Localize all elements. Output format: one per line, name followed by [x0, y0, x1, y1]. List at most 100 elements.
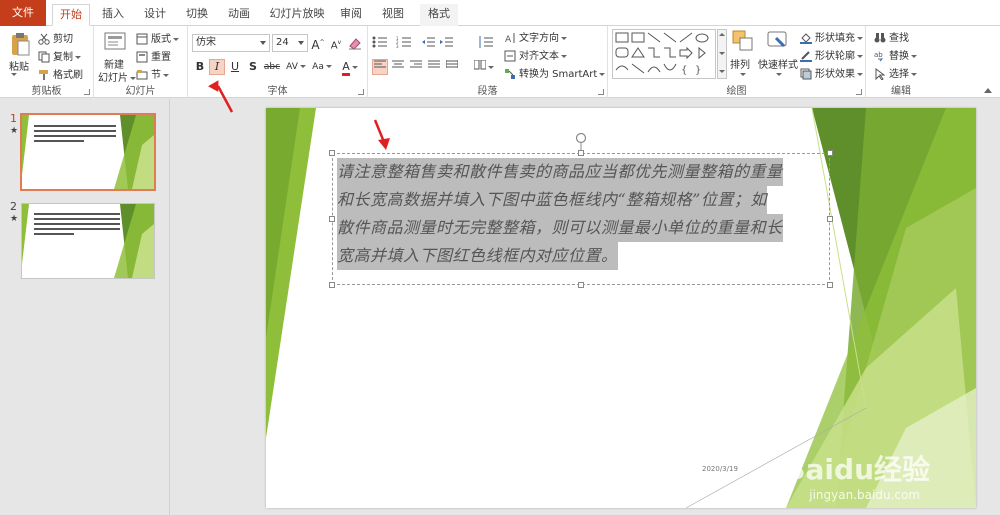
tab-format[interactable]: 格式 — [420, 4, 458, 26]
columns-button[interactable] — [472, 59, 496, 75]
shape-fill-button[interactable]: 形状填充 — [800, 29, 863, 44]
grow-font-button[interactable]: A^ — [310, 35, 326, 52]
slide-canvas[interactable]: 请注意整箱售卖和散件售卖的商品应当都优先测量整箱的重量 和长宽高数据并填入下图中… — [266, 108, 976, 508]
paste-dropdown[interactable] — [9, 70, 17, 79]
section-button[interactable]: 节 — [136, 66, 169, 81]
text-line-4: 宽高并填入下图红色线框内对应位置。 — [337, 242, 618, 270]
underline-button[interactable]: U — [227, 59, 243, 75]
line-spacing-icon[interactable] — [478, 35, 494, 49]
clipboard-launcher-icon[interactable] — [84, 89, 90, 95]
align-text-button[interactable]: 对齐文本 — [504, 47, 567, 62]
tab-home[interactable]: 开始 — [52, 4, 90, 26]
tab-view[interactable]: 视图 — [376, 4, 410, 26]
shapes-gallery[interactable]: { } — [612, 29, 716, 79]
resize-handle-top-left[interactable] — [329, 150, 335, 156]
font-size-combo[interactable]: 24 — [272, 34, 308, 52]
align-text-icon — [504, 50, 516, 62]
paragraph-launcher-icon[interactable] — [598, 89, 604, 95]
new-slide-icon[interactable] — [104, 30, 128, 54]
tab-animations[interactable]: 动画 — [222, 4, 256, 26]
ribbon-tab-bar: 文件 开始 插入 设计 切换 动画 幻灯片放映 审阅 视图 格式 — [0, 0, 1000, 26]
increase-indent-icon[interactable] — [440, 36, 454, 48]
resize-handle-top-center[interactable] — [578, 150, 584, 156]
format-painter-label: 格式刷 — [53, 70, 83, 81]
selected-text-box[interactable]: 请注意整箱售卖和散件售卖的商品应当都优先测量整箱的重量 和长宽高数据并填入下图中… — [329, 150, 833, 288]
tab-review[interactable]: 审阅 — [336, 4, 366, 26]
section-label: 节 — [151, 70, 161, 81]
drawing-group-label: 绘图 — [726, 86, 747, 97]
drawing-launcher-icon[interactable] — [856, 89, 862, 95]
decrease-indent-icon[interactable] — [422, 36, 436, 48]
reset-button[interactable]: 重置 — [136, 48, 171, 63]
shrink-font-button[interactable]: Av — [328, 35, 344, 51]
layout-button[interactable]: 版式 — [136, 30, 179, 45]
tab-file[interactable]: 文件 — [0, 0, 46, 26]
thumbnail-star-1: ★ — [10, 126, 19, 136]
annotation-arrow-icon — [208, 80, 234, 113]
arrange-icon[interactable] — [732, 30, 754, 52]
bold-button[interactable]: B — [192, 59, 208, 75]
smartart-icon — [505, 69, 515, 79]
cursor-arrow-icon — [875, 68, 886, 80]
distributed-button[interactable] — [444, 59, 460, 75]
format-painter-button[interactable]: 格式刷 — [38, 66, 83, 81]
bullets-icon[interactable] — [372, 36, 388, 48]
strikethrough-button[interactable]: abc — [262, 59, 282, 75]
align-right-button[interactable] — [408, 59, 424, 75]
text-shadow-button[interactable]: S — [245, 59, 261, 75]
tab-transitions[interactable]: 切换 — [180, 4, 214, 26]
tab-insert[interactable]: 插入 — [96, 4, 130, 26]
char-spacing-button[interactable]: AV — [284, 59, 308, 75]
tab-slideshow[interactable]: 幻灯片放映 — [264, 4, 330, 26]
arrange-dropdown[interactable] — [738, 69, 746, 80]
slide-thumbnail-2[interactable] — [21, 203, 155, 279]
font-name-combo[interactable]: 仿宋 — [192, 34, 270, 52]
clear-format-icon[interactable] — [348, 36, 362, 50]
align-left-icon — [374, 60, 386, 68]
numbering-icon[interactable]: 123 — [396, 36, 412, 48]
resize-handle-bottom-center[interactable] — [578, 282, 584, 288]
text-direction-button[interactable]: A 文字方向 — [504, 29, 567, 44]
resize-handle-bottom-right[interactable] — [827, 282, 833, 288]
align-text-label: 对齐文本 — [519, 51, 559, 62]
quick-styles-icon[interactable] — [766, 30, 788, 52]
layout-label: 版式 — [151, 34, 171, 45]
font-color-button[interactable]: A — [338, 59, 362, 76]
resize-handle-bottom-left[interactable] — [329, 282, 335, 288]
quick-styles-dropdown[interactable] — [774, 69, 782, 80]
tab-design[interactable]: 设计 — [138, 4, 172, 26]
shape-outline-button[interactable]: 形状轮廓 — [800, 47, 863, 62]
select-button[interactable]: 选择 — [874, 65, 917, 80]
find-button[interactable]: 查找 — [874, 29, 909, 44]
shape-fill-label: 形状填充 — [815, 33, 855, 44]
convert-smartart-button[interactable]: 转换为 SmartArt — [504, 65, 606, 80]
group-drawing: { } 排列 快速样式 形状填充 形状轮廓 形状效果 绘图 — [608, 26, 866, 98]
char-spacing-label: AV — [286, 62, 298, 72]
select-label: 选择 — [889, 69, 909, 80]
align-left-button[interactable] — [372, 59, 388, 75]
shape-effects-button[interactable]: 形状效果 — [800, 65, 863, 80]
group-slides: 新建 幻灯片 版式 重置 节 幻灯片 — [94, 26, 188, 98]
cut-button[interactable]: 剪切 — [38, 30, 73, 45]
font-size-value: 24 — [276, 37, 289, 48]
resize-handle-middle-left[interactable] — [329, 216, 335, 222]
shapes-gallery-scroll[interactable] — [717, 29, 727, 79]
slide-thumbnail-1[interactable] — [20, 113, 156, 191]
thumbnail-number-1: 1 — [10, 112, 17, 125]
replace-label: 替换 — [889, 51, 909, 62]
replace-button[interactable]: ab 替换 — [874, 47, 917, 62]
font-launcher-icon[interactable] — [358, 89, 364, 95]
italic-button[interactable]: I — [209, 59, 225, 75]
resize-handle-top-right[interactable] — [827, 150, 833, 156]
align-center-button[interactable] — [390, 59, 406, 75]
justify-button[interactable] — [426, 59, 442, 75]
ribbon: 粘贴 剪切 复制 格式刷 剪贴板 新建 幻灯片 版式 重置 节 幻灯片 仿宋 2… — [0, 26, 1000, 98]
paste-icon[interactable] — [10, 32, 30, 56]
binoculars-icon — [874, 33, 886, 43]
collapse-ribbon-icon[interactable] — [984, 88, 992, 93]
copy-button[interactable]: 复制 — [38, 48, 81, 63]
change-case-button[interactable]: Aa — [310, 59, 334, 75]
text-box-content[interactable]: 请注意整箱售卖和散件售卖的商品应当都优先测量整箱的重量 和长宽高数据并填入下图中… — [337, 158, 783, 270]
resize-handle-middle-right[interactable] — [827, 216, 833, 222]
font-name-dropdown-icon — [260, 41, 266, 45]
